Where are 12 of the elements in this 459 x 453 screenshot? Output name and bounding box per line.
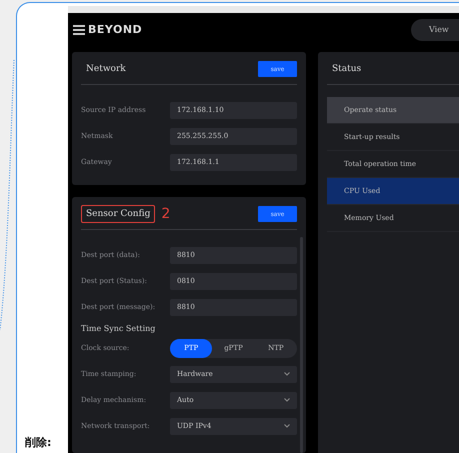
chevron-down-icon xyxy=(284,424,290,428)
side-label: 削除: xyxy=(25,435,52,450)
section-heading: Time Sync Setting xyxy=(81,323,156,335)
panel-title: Sensor Config xyxy=(81,205,156,223)
annotation-number: 2 xyxy=(161,206,170,222)
view-button[interactable]: View xyxy=(411,18,459,40)
panel-title: Network xyxy=(85,63,127,76)
chevron-down-icon xyxy=(284,372,290,376)
chevron-down-icon xyxy=(284,398,290,402)
logo-icon xyxy=(73,24,85,34)
logo-text: BEYOND xyxy=(88,23,142,36)
panel-title: Status xyxy=(331,63,362,76)
